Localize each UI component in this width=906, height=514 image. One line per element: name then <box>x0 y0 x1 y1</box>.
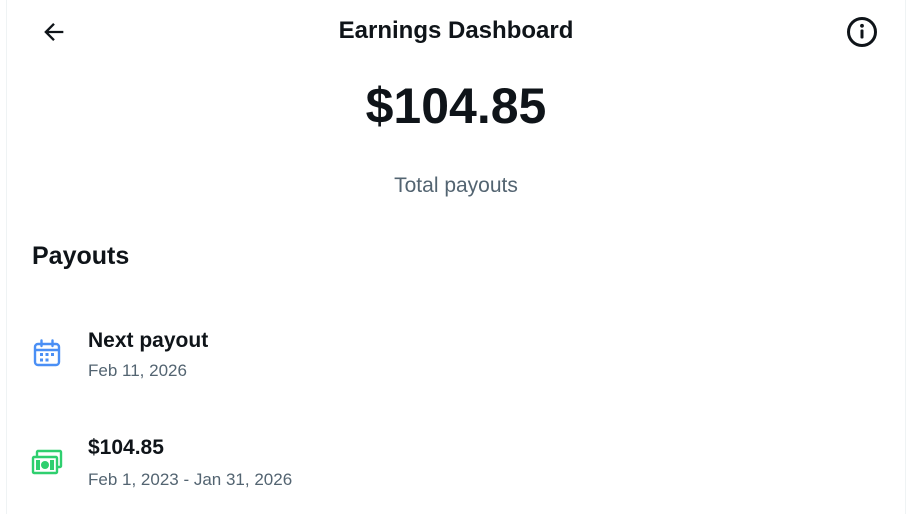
calendar-icon <box>33 339 61 367</box>
payout-amount-title: $104.85 <box>88 436 164 459</box>
total-payouts-amount: $104.85 <box>365 78 547 134</box>
next-payout-title: Next payout <box>88 329 209 352</box>
payout-period: Feb 1, 2023 - Jan 31, 2026 <box>88 470 293 489</box>
total-payouts-label: Total payouts <box>394 174 518 197</box>
cash-icon <box>31 449 63 475</box>
info-icon <box>847 17 877 47</box>
next-payout-date: Feb 11, 2026 <box>88 361 187 380</box>
info-button[interactable] <box>842 12 882 52</box>
payout-amount-row: $104.85 Feb 1, 2023 - Jan 31, 2026 <box>0 420 900 500</box>
payouts-heading: Payouts <box>32 242 130 270</box>
page-title: Earnings Dashboard <box>338 17 574 44</box>
next-payout-row: Next payout Feb 11, 2026 <box>0 312 900 392</box>
